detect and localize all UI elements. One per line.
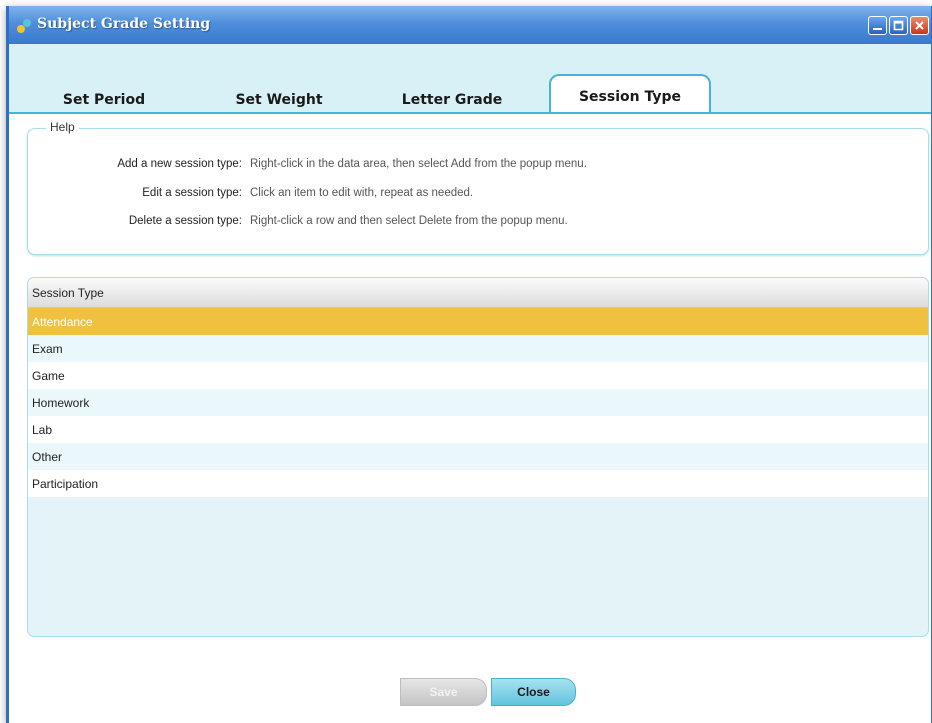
help-label: Add a new session type: bbox=[117, 158, 242, 170]
help-label: Delete a session type: bbox=[128, 215, 242, 227]
help-legend: Help bbox=[46, 120, 79, 134]
close-button[interactable]: Close bbox=[491, 678, 576, 706]
help-description: Right-click in the data area, then selec… bbox=[250, 158, 587, 170]
title-bar[interactable]: Subject Grade Setting bbox=[9, 6, 931, 44]
table-row[interactable]: Other bbox=[28, 443, 928, 470]
tab-set-weight[interactable]: Set Weight bbox=[219, 88, 339, 112]
close-window-button[interactable] bbox=[910, 16, 929, 35]
maximize-icon bbox=[893, 20, 904, 31]
help-description: Click an item to edit with, repeat as ne… bbox=[250, 187, 474, 199]
tab-session-type[interactable]: Session Type bbox=[549, 74, 711, 114]
table-row[interactable]: Attendance bbox=[28, 308, 928, 335]
help-label: Edit a session type: bbox=[142, 187, 242, 199]
subject-grade-setting-window: Subject Grade Setting Set Period Set Wei… bbox=[6, 6, 932, 723]
minimize-button[interactable] bbox=[868, 16, 887, 35]
help-row-add: Add a new session type: Right-click in t… bbox=[28, 158, 928, 174]
minimize-icon bbox=[873, 28, 882, 30]
table-row[interactable]: Participation bbox=[28, 470, 928, 497]
table-row[interactable]: Game bbox=[28, 362, 928, 389]
table-row[interactable]: Lab bbox=[28, 416, 928, 443]
help-row-delete: Delete a session type: Right-click a row… bbox=[28, 215, 928, 231]
close-icon bbox=[915, 21, 924, 30]
window-controls bbox=[868, 16, 929, 35]
help-row-edit: Edit a session type: Click an item to ed… bbox=[28, 187, 928, 203]
maximize-button[interactable] bbox=[889, 16, 908, 35]
tab-strip: Set Period Set Weight Letter Grade Sessi… bbox=[9, 44, 931, 114]
help-panel: Help Add a new session type: Right-click… bbox=[27, 120, 929, 255]
window-title: Subject Grade Setting bbox=[37, 16, 211, 32]
table-row[interactable]: Homework bbox=[28, 389, 928, 416]
session-type-table[interactable]: Session Type Attendance Exam Game Homewo… bbox=[27, 277, 929, 637]
table-row[interactable]: Exam bbox=[28, 335, 928, 362]
help-description: Right-click a row and then select Delete… bbox=[250, 215, 568, 227]
tab-set-period[interactable]: Set Period bbox=[49, 88, 159, 112]
tab-underline bbox=[9, 112, 931, 114]
app-icon bbox=[17, 19, 31, 33]
save-button[interactable]: Save bbox=[400, 678, 487, 706]
column-header-session-type[interactable]: Session Type bbox=[28, 278, 928, 308]
tab-letter-grade[interactable]: Letter Grade bbox=[387, 88, 517, 112]
